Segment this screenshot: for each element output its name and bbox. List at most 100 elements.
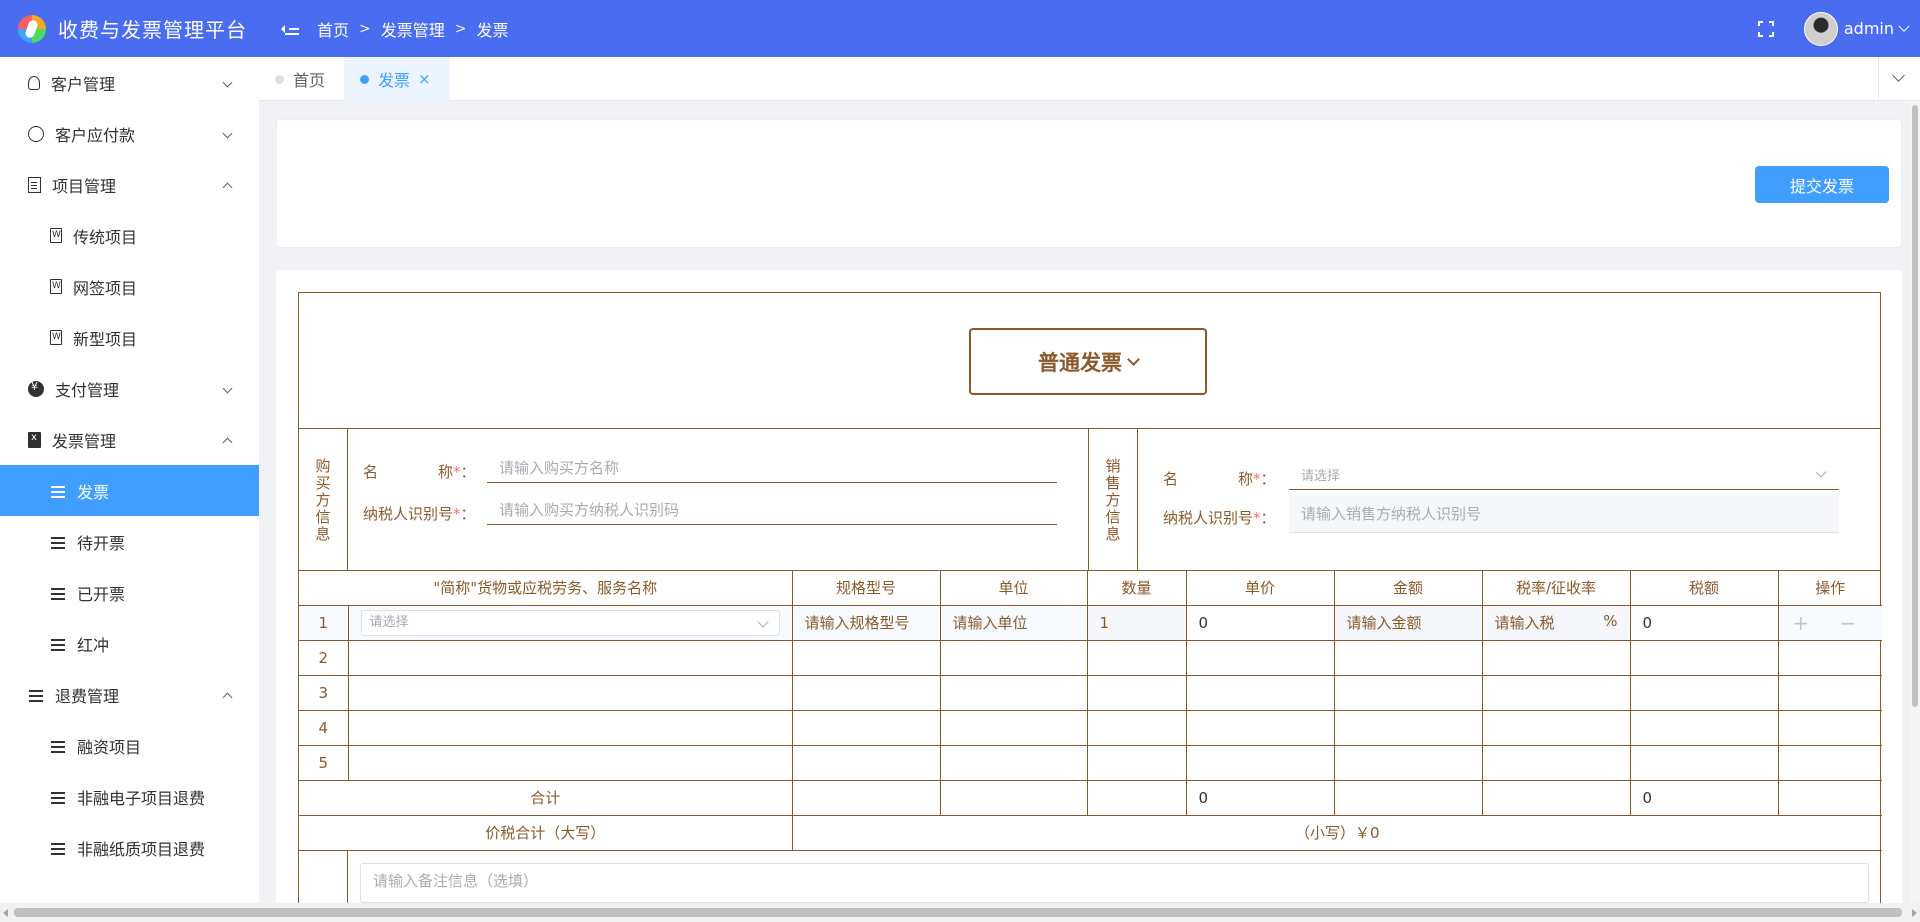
goods-name-cell: 请选择 xyxy=(347,604,793,641)
sidebar-item-financing-project[interactable]: 融资项目 xyxy=(0,720,259,771)
tab-invoice[interactable]: 发票 × xyxy=(344,57,450,101)
sidebar-item-label: 新型项目 xyxy=(73,329,138,349)
close-icon[interactable]: × xyxy=(418,70,431,88)
sidebar-item-label: 退费管理 xyxy=(55,686,120,706)
sidebar-item-invoice-management[interactable]: 发票管理 xyxy=(0,414,259,465)
sidebar-fold-icon[interactable] xyxy=(281,20,299,38)
column-header-spec: 规格型号 xyxy=(791,571,941,606)
vertical-scrollbar[interactable] xyxy=(1910,101,1920,903)
list-icon xyxy=(50,789,66,805)
tax-rate-cell[interactable]: 请输入税% xyxy=(1481,604,1631,641)
remark-textarea[interactable]: 请输入备注信息（选填） xyxy=(360,862,1869,903)
sum-caps-label: 价税合计（大写） xyxy=(299,814,793,851)
sidebar-item-traditional-project[interactable]: 传统项目 xyxy=(0,210,259,261)
spec-input[interactable]: 请输入规格型号 xyxy=(791,604,941,641)
quantity-input[interactable]: 1 xyxy=(1086,604,1187,641)
sidebar-item-label: 客户管理 xyxy=(51,74,116,94)
list-icon xyxy=(50,738,66,754)
sidebar-item-customer-payable[interactable]: 客户应付款 xyxy=(0,108,259,159)
list-icon xyxy=(50,840,66,856)
sidebar-item-label: 发票管理 xyxy=(52,431,117,451)
table-row: 3 xyxy=(299,674,1882,711)
buyer-name-input[interactable]: 请输入购买方名称 xyxy=(487,453,1057,483)
sidebar-item-project-management[interactable]: 项目管理 xyxy=(0,159,259,210)
table-row: 4 xyxy=(299,709,1882,746)
sidebar-item-invoice[interactable]: 发票 xyxy=(0,465,259,516)
sidebar-item-paper-refund[interactable]: 非融纸质项目退费 xyxy=(0,822,259,873)
fullscreen-icon[interactable] xyxy=(1757,20,1774,37)
sidebar-item-customer-management[interactable]: 客户管理 xyxy=(0,57,259,108)
buyer-name-label: 名 称*： xyxy=(363,463,476,481)
tabs-bar: 首页 发票 × xyxy=(259,57,1920,101)
sidebar-item-refund-management[interactable]: 退费管理 xyxy=(0,669,259,720)
avatar[interactable] xyxy=(1803,11,1838,46)
tax-rate-input[interactable]: 请输入税 xyxy=(1495,614,1555,632)
sum-small: （小写）￥0 xyxy=(791,814,1882,851)
column-header-tax: 税额 xyxy=(1629,571,1779,606)
user-menu-chevron-down-icon[interactable] xyxy=(1898,20,1910,32)
breadcrumb: 首页 > 发票管理 > 发票 xyxy=(317,17,509,41)
list-icon xyxy=(28,687,44,703)
sidebar: 客户管理 客户应付款 项目管理 传统项目 网签项目 新型项目 支付管理 发票管理… xyxy=(0,57,259,903)
goods-table: "简称"货物或应税劳务、服务名称 规格型号 单位 数量 单价 金额 税率/征收率… xyxy=(299,571,1882,851)
sidebar-item-label: 非融纸质项目退费 xyxy=(77,839,206,859)
sidebar-item-online-sign-project[interactable]: 网签项目 xyxy=(0,261,259,312)
row-index: 2 xyxy=(299,639,349,676)
chevron-down-icon xyxy=(222,383,233,394)
submit-invoice-button[interactable]: 提交发票 xyxy=(1755,166,1889,203)
chevron-up-icon xyxy=(222,437,233,448)
tab-label: 首页 xyxy=(293,71,326,90)
chevron-down-icon xyxy=(1127,352,1140,366)
scroll-left-arrow-icon[interactable] xyxy=(3,909,8,917)
seller-taxid-input[interactable]: 请输入销售方纳税人识别号 xyxy=(1289,495,1839,533)
sidebar-item-electronic-refund[interactable]: 非融电子项目退费 xyxy=(0,771,259,822)
file-icon xyxy=(50,279,62,294)
sidebar-item-label: 待开票 xyxy=(77,533,126,553)
sidebar-item-issued-invoice[interactable]: 已开票 xyxy=(0,567,259,618)
sidebar-item-new-project[interactable]: 新型项目 xyxy=(0,312,259,363)
list-icon xyxy=(50,585,66,601)
scrollbar-thumb[interactable] xyxy=(14,908,1902,917)
tab-home[interactable]: 首页 xyxy=(275,57,351,101)
invoice-title-row: 普通发票 xyxy=(299,293,1880,429)
sidebar-item-payment-management[interactable]: 支付管理 xyxy=(0,363,259,414)
seller-name-select[interactable]: 请选择 xyxy=(1289,460,1839,490)
price-input[interactable]: 0 xyxy=(1185,604,1335,641)
horizontal-scrollbar[interactable] xyxy=(0,903,1920,922)
table-row: 1 请选择 请输入规格型号 请输入单位 1 0 请输入金额 请输入税% 0 + … xyxy=(299,604,1882,641)
user-name[interactable]: admin xyxy=(1844,19,1894,38)
table-row: 5 xyxy=(299,744,1882,781)
breadcrumb-item-invoice-management[interactable]: 发票管理 xyxy=(381,17,445,41)
tab-dot-icon xyxy=(275,74,284,84)
goods-name-select[interactable]: 请选择 xyxy=(360,609,780,636)
sidebar-item-red-reversal[interactable]: 红冲 xyxy=(0,618,259,669)
remark-label-cell xyxy=(299,850,348,903)
user-icon xyxy=(28,75,40,90)
chevron-up-icon xyxy=(222,692,233,703)
invoice-type-label: 普通发票 xyxy=(1038,350,1122,375)
sidebar-item-label: 非融电子项目退费 xyxy=(77,788,206,808)
tabs-dropdown-chevron-down-icon[interactable] xyxy=(1878,57,1920,101)
invoice-type-select[interactable]: 普通发票 xyxy=(969,328,1207,395)
invoice-icon xyxy=(28,431,41,448)
sidebar-item-pending-invoice[interactable]: 待开票 xyxy=(0,516,259,567)
seller-taxid-label: 纳税人识别号*： xyxy=(1163,509,1276,527)
list-icon xyxy=(50,483,66,499)
remark-row: 请输入备注信息（选填） xyxy=(299,850,1880,903)
sidebar-item-label: 客户应付款 xyxy=(55,125,136,145)
unit-input[interactable]: 请输入单位 xyxy=(939,604,1088,641)
breadcrumb-item-home[interactable]: 首页 xyxy=(317,17,349,41)
total-price: 0 xyxy=(1185,779,1335,816)
list-icon xyxy=(50,636,66,652)
amount-input[interactable]: 请输入金额 xyxy=(1333,604,1483,641)
scroll-right-arrow-icon[interactable] xyxy=(1912,909,1917,917)
row-index: 4 xyxy=(299,709,349,746)
add-remove-row-buttons[interactable]: + − xyxy=(1792,611,1868,635)
chevron-down-icon xyxy=(222,77,233,88)
tax-input[interactable]: 0 xyxy=(1629,604,1779,641)
list-icon xyxy=(50,534,66,550)
row-index: 3 xyxy=(299,674,349,711)
scrollbar-thumb[interactable] xyxy=(1912,105,1918,707)
main-content: 提交发票 普通发票 购买方信息 名 称*： 请输入购买方名称 纳税人识别号*： … xyxy=(259,101,1920,903)
buyer-taxid-input[interactable]: 请输入购买方纳税人识别码 xyxy=(487,495,1057,525)
